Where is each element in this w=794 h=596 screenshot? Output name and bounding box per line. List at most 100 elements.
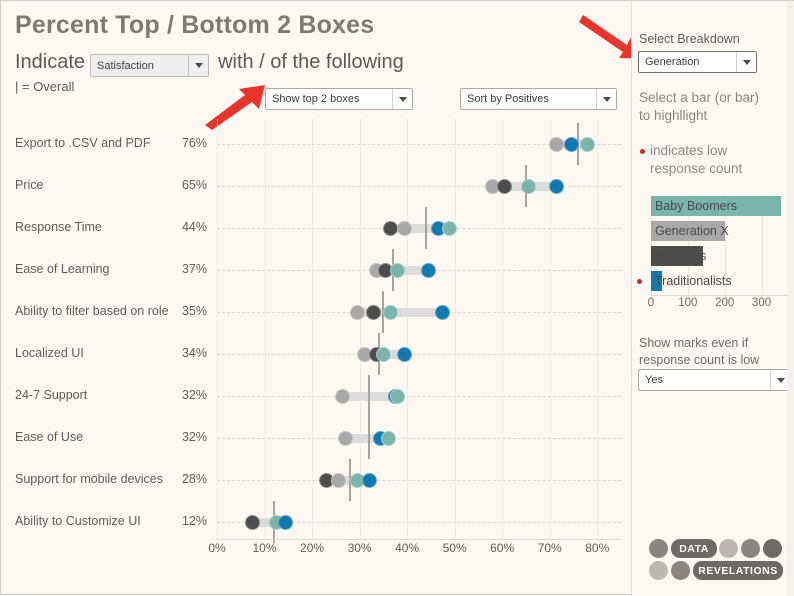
satisfaction-select[interactable]: Satisfaction xyxy=(90,54,209,77)
chart-x-tick-label: 30% xyxy=(347,541,372,555)
low-response-hint-line2: response count xyxy=(650,161,743,176)
chart-vertical-gridline xyxy=(454,119,456,539)
logo-circle xyxy=(671,561,690,580)
chart-data-point[interactable] xyxy=(335,388,351,404)
chart-data-point[interactable] xyxy=(382,304,398,320)
chart-x-tick-label: 50% xyxy=(442,541,467,555)
show-marks-label: Show marks even if response count is low xyxy=(639,335,794,369)
dot-plot-chart: Export to .CSV and PDF 76% Price 65% Respons… xyxy=(1,119,631,543)
chart-row-label: Response Time xyxy=(15,220,102,234)
show-marks-label-line2: response count is low xyxy=(639,353,760,367)
breakdown-select[interactable]: Generation xyxy=(638,51,757,73)
chart-row-gridline xyxy=(217,438,621,439)
logo-word-data: DATA xyxy=(671,539,717,558)
chart-data-point[interactable] xyxy=(349,304,365,320)
legend-bar-label: Generation X xyxy=(655,224,729,238)
chart-data-point[interactable] xyxy=(563,136,579,152)
legend-x-tick-label: 300 xyxy=(751,297,772,309)
chart-row-percent: 37% xyxy=(181,262,207,276)
dashboard-root: Percent Top / Bottom 2 Boxes Indicate wi… xyxy=(1,1,794,596)
chart-row-label: Ability to filter based on role xyxy=(15,304,169,318)
chart-x-tick-label: 80% xyxy=(585,541,610,555)
chevron-down-icon xyxy=(736,52,756,72)
chart-row-percent: 34% xyxy=(181,346,207,360)
chart-row-label: Support for mobile devices xyxy=(15,472,163,486)
highlight-hint-line2: to highllight xyxy=(639,108,708,123)
logo-word-revelations: REVELATIONS xyxy=(693,561,783,580)
chart-data-point[interactable] xyxy=(397,220,413,236)
chart-vertical-gridline xyxy=(217,119,218,539)
chart-row-percent: 65% xyxy=(181,178,207,192)
chart-row-gridline xyxy=(217,354,621,355)
show-marks-select[interactable]: Yes xyxy=(638,369,791,391)
chart-x-tick-label: 10% xyxy=(252,541,277,555)
chart-data-point[interactable] xyxy=(366,304,382,320)
scroll-edge xyxy=(787,1,793,596)
chart-data-point[interactable] xyxy=(442,220,458,236)
chart-row-label: Price xyxy=(15,178,44,192)
chart-data-point[interactable] xyxy=(435,304,451,320)
sort-select-value: Sort by Positives xyxy=(467,93,549,105)
chart-data-point[interactable] xyxy=(382,220,398,236)
chart-vertical-gridline xyxy=(264,119,266,539)
chart-data-point[interactable] xyxy=(390,262,406,278)
chart-row-percent: 28% xyxy=(181,472,207,486)
chart-row-label: Localized UI xyxy=(15,346,84,360)
chart-data-point[interactable] xyxy=(421,262,436,278)
generation-legend-chart: Baby Boomers Generation X Millenials Tradit… xyxy=(637,194,791,309)
logo-circle xyxy=(741,539,760,558)
page-title: Percent Top / Bottom 2 Boxes xyxy=(15,11,375,39)
top-boxes-select[interactable]: Show top 2 boxes xyxy=(265,88,413,110)
chart-data-point[interactable] xyxy=(361,472,377,488)
chart-x-tick-label: 40% xyxy=(395,541,420,555)
chart-data-point[interactable] xyxy=(278,514,294,530)
chart-data-point[interactable] xyxy=(375,346,391,362)
sort-select[interactable]: Sort by Positives xyxy=(460,88,617,110)
chart-data-point[interactable] xyxy=(520,178,536,194)
chart-row-percent: 12% xyxy=(181,514,207,528)
breakdown-label: Select Breakdown xyxy=(639,32,740,46)
chevron-down-icon xyxy=(596,89,616,109)
chart-data-point[interactable] xyxy=(245,514,261,530)
chart-data-point[interactable] xyxy=(330,472,346,488)
chart-row-label: Ease of Learning xyxy=(15,262,110,276)
show-marks-select-value: Yes xyxy=(645,374,663,386)
chart-row-label: 24-7 Support xyxy=(15,388,88,402)
chart-overall-marker xyxy=(425,207,428,249)
chart-x-tick-label: 70% xyxy=(537,541,562,555)
chart-overall-marker xyxy=(368,417,371,459)
data-revelations-logo: DATA REVELATIONS xyxy=(649,537,789,585)
chart-data-point[interactable] xyxy=(337,430,353,446)
logo-circle xyxy=(719,539,738,558)
chart-data-point[interactable] xyxy=(390,388,406,404)
indicate-line: Indicate with / of the following xyxy=(15,51,404,74)
chart-data-point[interactable] xyxy=(497,178,513,194)
highlight-hint: Select a bar (or bar) to highllight xyxy=(639,89,789,125)
logo-circle xyxy=(763,539,782,558)
indicate-label: Indicate xyxy=(15,51,86,73)
chevron-down-icon xyxy=(392,89,412,109)
chart-data-point[interactable] xyxy=(380,430,396,446)
chart-row-percent: 76% xyxy=(181,136,207,150)
chart-x-axis: 0% 10% 20% 30% 40% 50% 60% 70% 80% xyxy=(1,539,631,563)
chart-x-tick-label: 60% xyxy=(490,541,515,555)
legend-bar-label: Millenials xyxy=(655,249,707,263)
chart-row-label: Ability to Customize UI xyxy=(15,514,141,528)
show-marks-label-line1: Show marks even if xyxy=(639,336,749,350)
chart-data-point[interactable] xyxy=(397,346,413,362)
chart-row-percent: 35% xyxy=(181,304,207,318)
legend-axis-line xyxy=(651,295,791,296)
chart-data-point[interactable] xyxy=(549,178,565,194)
with-label: with / of the following xyxy=(218,51,404,73)
chart-data-point[interactable] xyxy=(580,136,596,152)
chevron-down-icon xyxy=(188,55,208,76)
chart-data-point[interactable] xyxy=(549,136,565,152)
chart-vertical-gridline xyxy=(312,119,314,539)
legend-bar-label: Traditionalists xyxy=(655,274,732,288)
low-response-indicator-dot xyxy=(640,149,645,154)
logo-circle xyxy=(649,561,668,580)
legend-x-tick-label: 100 xyxy=(678,297,698,309)
chart-vertical-gridline xyxy=(597,119,599,539)
legend-bar-label: Baby Boomers xyxy=(655,199,737,213)
chart-overall-marker xyxy=(368,375,371,417)
